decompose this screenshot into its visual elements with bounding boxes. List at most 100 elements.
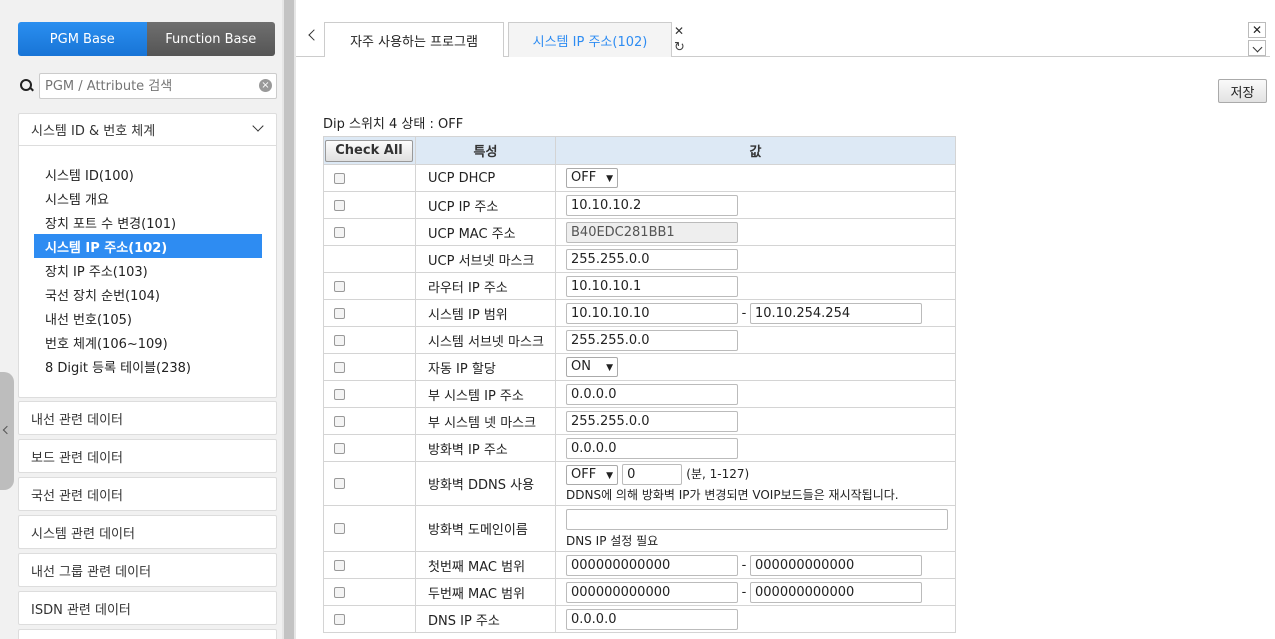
clear-search-icon[interactable]: × [259, 79, 272, 92]
pgm-base-button[interactable]: PGM Base [18, 22, 147, 56]
chevron-down-icon[interactable] [1248, 40, 1266, 56]
table-row: DNS IP 주소 0.0.0.0 [323, 605, 956, 633]
firewall-ddns-select[interactable]: OFF [566, 464, 618, 485]
menu-item-system-ip[interactable]: 시스템 IP 주소(102) [34, 234, 262, 258]
system-subnet-input[interactable]: 255.255.0.0 [566, 329, 738, 351]
sub-system-netmask-input[interactable]: 255.255.0.0 [566, 410, 738, 432]
menu-item-port-count[interactable]: 장치 포트 수 변경(101) [34, 210, 262, 234]
function-base-button[interactable]: Function Base [146, 22, 275, 56]
row-property: 라우터 IP 주소 [415, 272, 556, 300]
refresh-icon[interactable]: ↻ [674, 40, 685, 55]
table-row: 라우터 IP 주소 10.10.10.1 [323, 272, 956, 300]
dip-switch-status: Dip 스위치 4 상태 : OFF [323, 117, 464, 132]
row-property: 부 시스템 IP 주소 [415, 380, 556, 408]
table-row: 첫번째 MAC 범위 000000000000-000000000000 [323, 551, 956, 579]
row-checkbox[interactable] [334, 199, 345, 211]
ddns-restart-note: DDNS에 의해 방화벽 IP가 변경되면 VOIP보드들은 재시작됩니다. [566, 488, 899, 502]
menu-item-extension-number[interactable]: 내선 번호(105) [34, 306, 262, 330]
system-ip-range-end[interactable]: 10.10.254.254 [750, 302, 922, 324]
menu-group-label: 시스템 ID & 번호 체계 [31, 124, 156, 139]
menu-item-numbering-plan[interactable]: 번호 체계(106~109) [34, 330, 262, 354]
chevron-left-icon[interactable] [308, 29, 320, 41]
row-checkbox[interactable] [334, 361, 345, 373]
menu-item-trunk-order[interactable]: 국선 장치 순번(104) [34, 282, 262, 306]
row-checkbox[interactable] [334, 334, 345, 346]
menu-group-label: 내선 관련 데이터 [31, 412, 123, 428]
table-row: 부 시스템 IP 주소 0.0.0.0 [323, 380, 956, 408]
system-ip-range-start[interactable]: 10.10.10.10 [566, 302, 738, 324]
ucp-ip-input[interactable]: 10.10.10.2 [566, 194, 738, 216]
search-input[interactable] [39, 73, 277, 99]
firewall-domain-input[interactable] [566, 508, 948, 530]
menu-item-system-id[interactable]: 시스템 ID(100) [34, 162, 262, 186]
row-checkbox[interactable] [334, 559, 345, 571]
tab-system-ip[interactable]: 시스템 IP 주소(102) [508, 22, 672, 57]
row-checkbox[interactable] [334, 415, 345, 427]
ucp-subnet-input[interactable]: 255.255.0.0 [566, 248, 738, 270]
tab-bar: 자주 사용하는 프로그램 시스템 IP 주소(102) ✕ ↻ [296, 22, 1270, 57]
close-icon[interactable]: ✕ [1248, 22, 1266, 38]
table-row: UCP MAC 주소 B40EDC281BB1 [323, 218, 956, 246]
row-checkbox[interactable] [334, 280, 345, 292]
row-checkbox[interactable] [334, 586, 345, 598]
row-property: 부 시스템 넷 마스크 [415, 407, 556, 435]
table-row: UCP DHCP OFF [323, 164, 956, 192]
menu-group-system[interactable]: 시스템 관련 데이터 [18, 515, 277, 549]
menu-item-8digit-table[interactable]: 8 Digit 등록 테이블(238) [34, 354, 262, 378]
tab-favorites[interactable]: 자주 사용하는 프로그램 [324, 22, 504, 57]
row-property: 방화벽 도메인이름 [415, 505, 556, 552]
menu-tree: 시스템 ID(100) 시스템 개요 장치 포트 수 변경(101) 시스템 I… [19, 146, 276, 378]
row-checkbox[interactable] [334, 523, 345, 534]
firewall-ip-input[interactable]: 0.0.0.0 [566, 437, 738, 459]
ucp-dhcp-select[interactable]: OFF [566, 168, 618, 188]
menu-group-trunk[interactable]: 국선 관련 데이터 [18, 477, 277, 511]
dns-ip-input[interactable]: 0.0.0.0 [566, 608, 738, 630]
menu-group-isdn[interactable]: ISDN 관련 데이터 [18, 591, 277, 625]
row-checkbox[interactable] [334, 613, 345, 625]
router-ip-input[interactable]: 10.10.10.1 [566, 275, 738, 297]
menu-group-extension-group[interactable]: 내선 그룹 관련 데이터 [18, 553, 277, 587]
table-row: 방화벽 IP 주소 0.0.0.0 [323, 434, 956, 462]
mac-range2-start[interactable]: 000000000000 [566, 581, 738, 603]
main-content: 자주 사용하는 프로그램 시스템 IP 주소(102) ✕ ↻ ✕ 저장 Dip… [296, 0, 1275, 639]
row-checkbox[interactable] [334, 226, 345, 238]
table-header: Check All 특성 값 [323, 136, 956, 165]
menu-group-label: 시스템 관련 데이터 [31, 526, 135, 542]
row-property: DNS IP 주소 [415, 605, 556, 633]
mac-range1-end[interactable]: 000000000000 [750, 554, 922, 576]
ddns-interval-hint: (분, 1-127) [686, 467, 750, 481]
menu-item-system-overview[interactable]: 시스템 개요 [34, 186, 262, 210]
menu-group-header[interactable]: 시스템 ID & 번호 체계 [19, 114, 276, 146]
row-checkbox[interactable] [334, 172, 345, 184]
settings-table: Check All 특성 값 UCP DHCP OFF UCP IP 주소 10… [323, 136, 956, 633]
row-property: 방화벽 IP 주소 [415, 434, 556, 462]
chevron-down-icon [252, 120, 264, 132]
auto-ip-select[interactable]: ON [566, 357, 618, 377]
save-button[interactable]: 저장 [1218, 79, 1267, 103]
menu-item-device-ip[interactable]: 장치 IP 주소(103) [34, 258, 262, 282]
table-row: UCP 서브넷 마스크 255.255.0.0 [323, 245, 956, 273]
sidebar-scrollbar[interactable] [282, 0, 296, 639]
table-row: 방화벽 DDNS 사용 OFF 0 (분, 1-127) DDNS에 의해 방화… [323, 461, 956, 506]
mac-range2-end[interactable]: 000000000000 [750, 581, 922, 603]
header-property: 특성 [415, 136, 556, 165]
sidebar-collapse-handle[interactable] [0, 372, 14, 490]
row-checkbox[interactable] [334, 388, 345, 400]
row-checkbox[interactable] [334, 478, 345, 489]
header-value: 값 [555, 136, 956, 165]
menu-group-board[interactable]: 보드 관련 데이터 [18, 439, 277, 473]
row-checkbox[interactable] [334, 307, 345, 319]
close-tab-icon[interactable]: ✕ [674, 24, 684, 38]
check-all-button[interactable]: Check All [325, 139, 413, 162]
menu-group-label: 국선 관련 데이터 [31, 488, 123, 504]
mac-range1-start[interactable]: 000000000000 [566, 554, 738, 576]
menu-group-extension[interactable]: 내선 관련 데이터 [18, 401, 277, 435]
row-checkbox[interactable] [334, 442, 345, 454]
row-property: UCP DHCP [415, 164, 556, 192]
app-root: PGM Base Function Base × 시스템 ID & 번호 체계 … [0, 0, 1275, 639]
ddns-interval-input[interactable]: 0 [622, 464, 683, 485]
row-property: UCP 서브넷 마스크 [415, 245, 556, 273]
sub-system-ip-input[interactable]: 0.0.0.0 [566, 383, 738, 405]
scrollbar-thumb[interactable] [284, 0, 294, 639]
dns-ip-required-note: DNS IP 설정 필요 [566, 533, 659, 548]
